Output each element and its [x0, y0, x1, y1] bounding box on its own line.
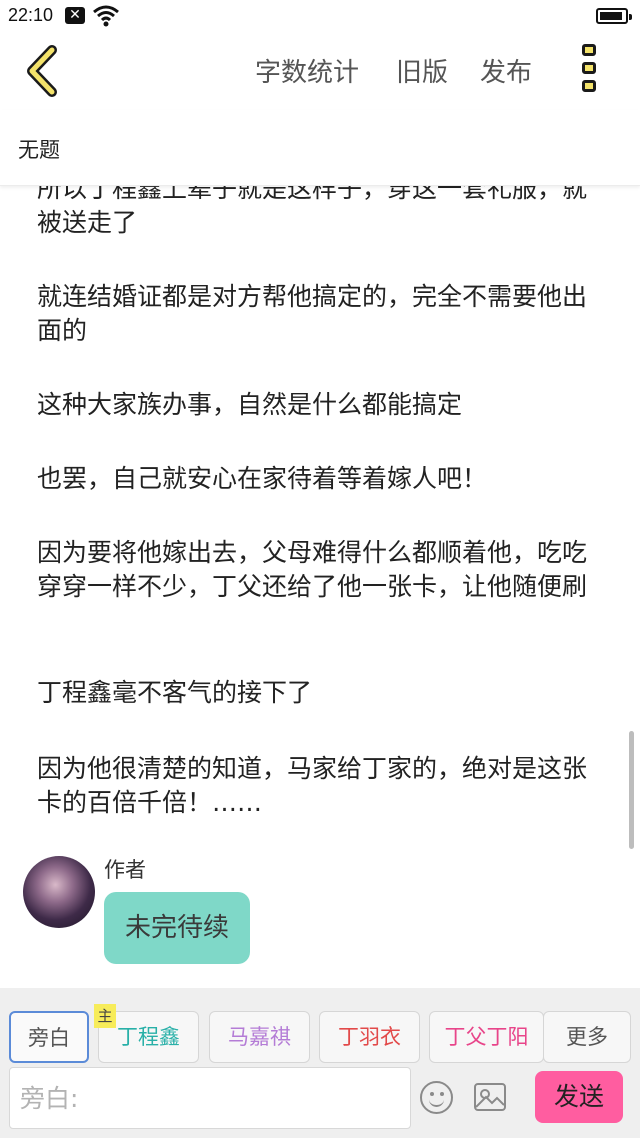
wifi-icon: [93, 5, 119, 27]
status-bar: 22:10 ✕: [0, 0, 640, 32]
role-aside-button[interactable]: 旁白: [9, 1011, 89, 1063]
battery-icon: [596, 8, 632, 24]
paragraph: 所以丁程鑫上辈子就是这样子，穿这一套礼服，就被送走了: [37, 186, 588, 237]
role-button[interactable]: 丁羽衣: [319, 1011, 420, 1063]
emoji-icon[interactable]: [420, 1081, 453, 1114]
paragraph: 这种大家族办事，自然是什么都能搞定: [37, 390, 463, 419]
old-version-button[interactable]: 旧版: [396, 52, 448, 89]
main-role-badge: 主: [94, 1004, 116, 1028]
author-name: 作者: [104, 858, 146, 882]
close-box-icon: ✕: [65, 7, 85, 24]
message-input[interactable]: [10, 1068, 410, 1128]
paragraph: 因为他很清楚的知道，马家给丁家的，绝对是这张卡的百倍千倍！……: [37, 754, 588, 817]
more-roles-button[interactable]: 更多: [543, 1011, 631, 1063]
role-button[interactable]: 丁父丁阳: [429, 1011, 544, 1063]
chevron-left-icon[interactable]: [18, 44, 68, 98]
scrollbar[interactable]: [629, 731, 634, 849]
status-time: 22:10: [8, 5, 54, 25]
paragraph: 因为要将他嫁出去，父母难得什么都顺着他，吃吃穿穿一样不少，丁父还给了他一张卡，让…: [37, 538, 588, 601]
composer-bar: 旁白 主 丁程鑫 马嘉祺 丁羽衣 丁父丁阳 更多 发送: [0, 988, 640, 1138]
story-content[interactable]: 所以丁程鑫上辈子就是这样子，穿这一套礼服，就被送走了 就连结婚证都是对方帮他搞定…: [0, 186, 640, 988]
message-input-box[interactable]: [9, 1067, 411, 1129]
editor-toolbar: 字数统计 旧版 发布: [0, 32, 640, 110]
message-bubble[interactable]: 未完待续: [104, 892, 250, 964]
role-button[interactable]: 马嘉祺: [209, 1011, 310, 1063]
avatar[interactable]: [23, 856, 95, 928]
story-title: 无题: [18, 138, 60, 162]
word-count-button[interactable]: 字数统计: [255, 52, 359, 89]
paragraph: 丁程鑫毫不客气的接下了: [37, 678, 313, 707]
paragraph: 就连结婚证都是对方帮他搞定的，完全不需要他出面的: [37, 282, 588, 345]
paragraph: 也罢，自己就安心在家待着等着嫁人吧！: [37, 464, 488, 493]
publish-button[interactable]: 发布: [480, 52, 532, 89]
image-icon[interactable]: [474, 1083, 506, 1111]
send-button[interactable]: 发送: [535, 1071, 623, 1123]
title-bar[interactable]: 无题: [0, 110, 640, 186]
vertical-dots-icon[interactable]: [578, 44, 600, 98]
